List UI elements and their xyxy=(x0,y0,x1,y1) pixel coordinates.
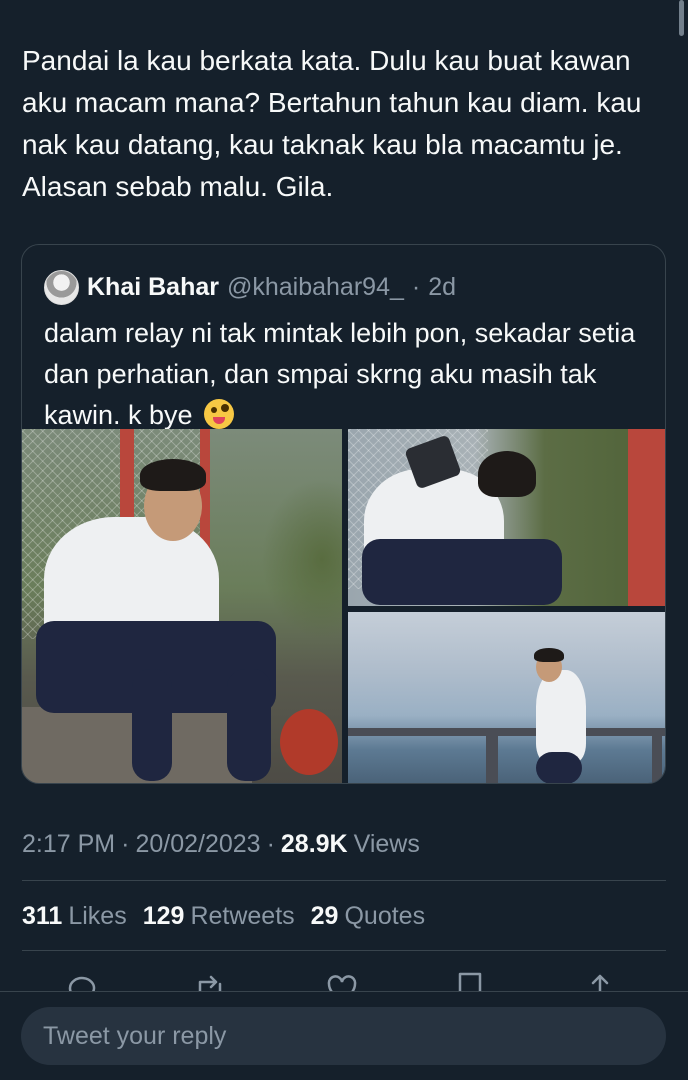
scrollbar[interactable] xyxy=(679,0,684,36)
likes-stat[interactable]: 311 Likes xyxy=(22,902,127,931)
tweet-metadata: 2:17 PM · 20/02/2023 · 28.9K Views xyxy=(22,824,420,864)
quoted-tweet-body: dalam relay ni tak mintak lebih pon, sek… xyxy=(44,318,636,430)
railing-bar xyxy=(348,728,665,736)
tweet-date: 20/02/2023 xyxy=(135,829,261,858)
hair xyxy=(534,648,564,662)
photo-man-covering-face[interactable] xyxy=(348,429,665,606)
dot-separator: · xyxy=(266,829,275,858)
hair xyxy=(478,451,536,497)
divider xyxy=(22,880,666,881)
engagement-stats: 311 Likes 129 Retweets 29 Quotes xyxy=(22,898,425,934)
dot-separator: · xyxy=(121,829,130,858)
tweet-detail-page: Pandai la kau berkata kata. Dulu kau bua… xyxy=(0,0,688,1080)
avatar[interactable] xyxy=(44,269,79,305)
quoted-author-handle: @khaibahar94_ xyxy=(226,272,404,301)
photo-man-at-railing[interactable] xyxy=(348,612,665,783)
hair xyxy=(140,459,206,491)
railing-post xyxy=(652,728,662,783)
tweet-text: Pandai la kau berkata kata. Dulu kau bua… xyxy=(22,45,642,202)
dark-jeans xyxy=(362,539,562,605)
views-count[interactable]: 28.9K xyxy=(281,830,348,859)
quoted-tweet-header: Khai Bahar @khaibahar94_ · 2d xyxy=(44,269,456,305)
retweets-label: Retweets xyxy=(190,901,295,930)
reply-bar: Tweet your reply xyxy=(0,991,688,1080)
likes-count: 311 xyxy=(22,901,63,930)
likes-label: Likes xyxy=(68,901,127,930)
quotes-stat[interactable]: 29 Quotes xyxy=(311,902,425,931)
dark-jeans xyxy=(536,752,582,783)
quoted-tweet-time: 2d xyxy=(428,272,457,301)
quotes-count: 29 xyxy=(310,901,339,930)
views-label: Views xyxy=(353,829,420,858)
fire-hydrant xyxy=(280,709,338,775)
quoted-tweet-text: dalam relay ni tak mintak lebih pon, sek… xyxy=(44,313,649,436)
quoted-tweet-card[interactable]: Khai Bahar @khaibahar94_ · 2d dalam rela… xyxy=(21,244,666,784)
reply-input[interactable]: Tweet your reply xyxy=(21,1007,666,1065)
railing-post xyxy=(486,728,498,783)
retweets-stat[interactable]: 129 Retweets xyxy=(143,902,295,931)
photo-man-sitting-on-steps[interactable] xyxy=(22,429,342,783)
retweets-count: 129 xyxy=(142,901,185,930)
quoted-author-name[interactable]: Khai Bahar xyxy=(87,273,219,302)
red-post xyxy=(628,429,665,606)
zany-face-emoji-icon xyxy=(204,399,235,429)
media-grid xyxy=(22,429,665,783)
quotes-label: Quotes xyxy=(344,901,426,930)
dot-separator: · xyxy=(411,272,421,301)
tweet-time: 2:17 PM xyxy=(22,829,116,858)
white-shirt xyxy=(536,670,586,762)
jeans-leg xyxy=(132,669,172,781)
divider xyxy=(22,950,666,951)
jeans-leg xyxy=(227,669,271,781)
